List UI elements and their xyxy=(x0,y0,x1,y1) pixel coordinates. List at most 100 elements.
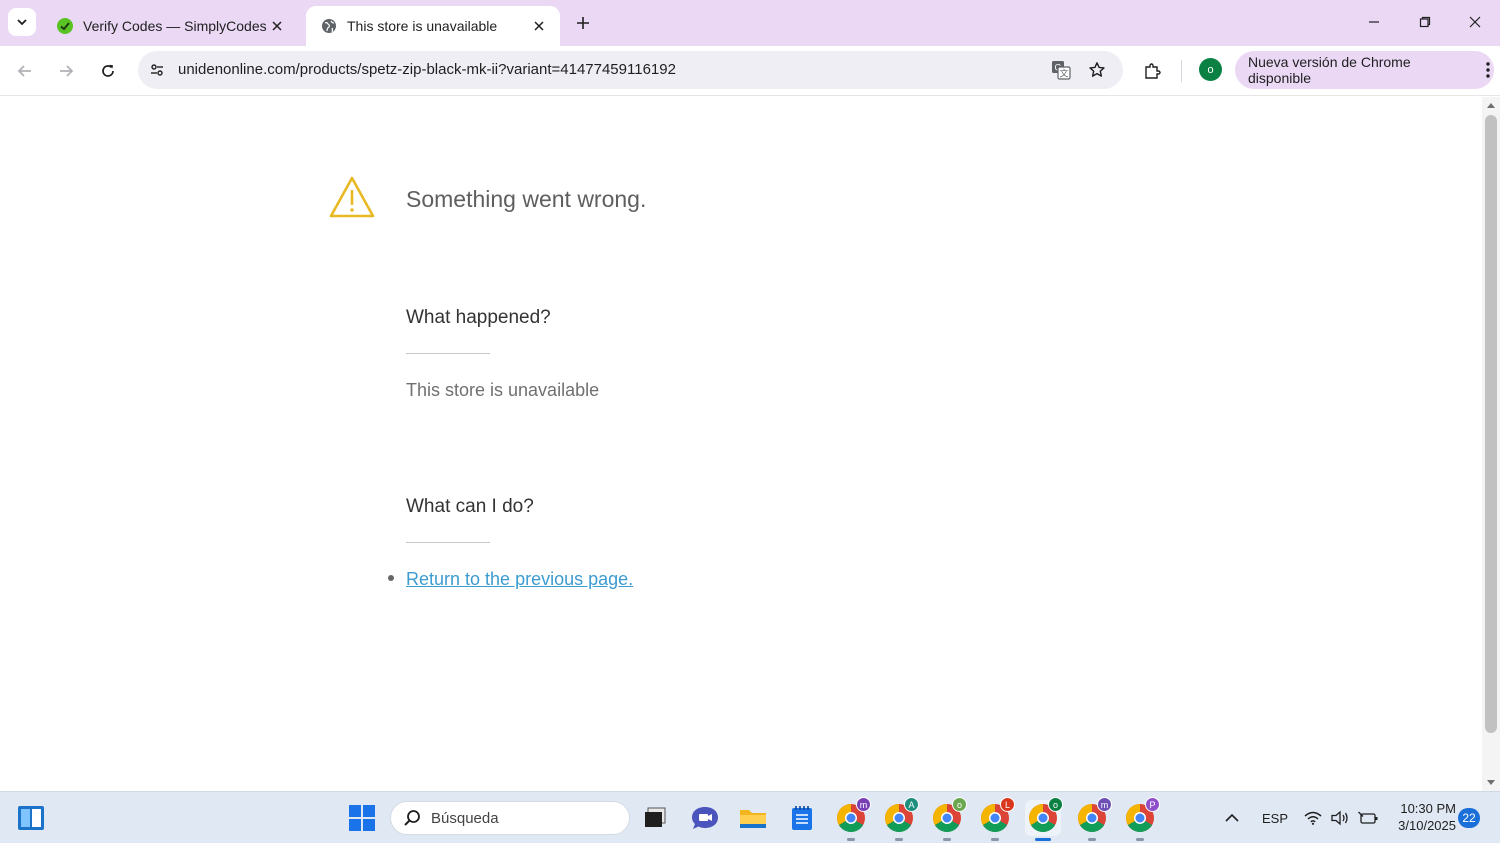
chrome-taskbar-item-active[interactable]: o xyxy=(1025,797,1063,841)
wifi-status[interactable] xyxy=(1298,800,1328,836)
translate-icon[interactable]: G文 xyxy=(1048,57,1074,83)
volume-status[interactable] xyxy=(1325,800,1355,836)
globe-icon xyxy=(320,17,338,35)
windows-taskbar: Búsqueda m A o L o m P ESP 10:30 PM 3/10… xyxy=(0,791,1500,843)
scroll-up-arrow[interactable] xyxy=(1482,97,1500,113)
file-explorer-button[interactable] xyxy=(735,800,771,836)
chat-icon xyxy=(692,807,718,829)
running-indicator xyxy=(943,838,951,841)
running-indicator xyxy=(1136,838,1144,841)
tab-title: Verify Codes — SimplyCodes xyxy=(83,18,267,34)
task-view-button[interactable] xyxy=(637,800,673,836)
chrome-taskbar-item[interactable]: A xyxy=(881,797,919,841)
chrome-taskbar-item[interactable]: m xyxy=(1074,797,1112,841)
chrome-taskbar-item[interactable]: L xyxy=(977,797,1015,841)
chrome-taskbar-item[interactable]: P xyxy=(1122,797,1160,841)
show-hidden-icons-button[interactable] xyxy=(1214,800,1250,836)
page-content: Something went wrong. What happened? Thi… xyxy=(0,97,1482,791)
error-description: This store is unavailable xyxy=(406,380,600,400)
chevron-down-icon xyxy=(17,19,27,26)
arrow-right-icon xyxy=(60,65,74,77)
tab-search-button[interactable] xyxy=(8,8,36,36)
profile-badge: o xyxy=(952,797,967,812)
plus-icon xyxy=(577,17,589,29)
divider xyxy=(406,353,490,354)
profile-badge: o xyxy=(1048,797,1063,812)
battery-status[interactable] xyxy=(1353,800,1383,836)
windows-logo-icon xyxy=(349,805,375,831)
extensions-button[interactable] xyxy=(1137,56,1167,86)
notepad-button[interactable] xyxy=(784,800,820,836)
system-clock[interactable]: 10:30 PM 3/10/2025 xyxy=(1390,800,1456,834)
restore-button[interactable] xyxy=(1403,8,1447,36)
kebab-menu-icon[interactable] xyxy=(1482,62,1494,78)
list-bullet xyxy=(388,575,394,581)
url-text[interactable]: unidenonline.com/products/spetz-zip-blac… xyxy=(178,61,676,78)
chrome-taskbar-item[interactable]: o xyxy=(929,797,967,841)
close-icon xyxy=(1469,16,1481,28)
bookmark-star-icon[interactable] xyxy=(1084,57,1110,83)
start-button[interactable] xyxy=(344,800,380,836)
tab-title: This store is unavailable xyxy=(347,18,498,34)
wifi-icon xyxy=(1304,811,1322,825)
close-icon[interactable] xyxy=(530,17,548,35)
section-heading-what-happened: What happened? xyxy=(406,307,551,328)
search-icon xyxy=(404,810,420,826)
error-title: Something went wrong. xyxy=(406,186,647,212)
tab-store-unavailable[interactable]: This store is unavailable xyxy=(306,6,560,46)
running-indicator xyxy=(1088,838,1096,841)
chrome-taskbar-item[interactable]: m xyxy=(833,797,871,841)
tab-simplycodes[interactable]: Verify Codes — SimplyCodes xyxy=(42,6,298,46)
profile-badge: L xyxy=(1000,797,1015,812)
chrome-update-button[interactable]: Nueva versión de Chrome disponible xyxy=(1235,51,1494,89)
close-icon[interactable] xyxy=(268,17,286,35)
widgets-button[interactable] xyxy=(13,800,49,836)
svg-text:文: 文 xyxy=(1059,68,1068,79)
profile-badge: P xyxy=(1145,797,1160,812)
update-label: Nueva versión de Chrome disponible xyxy=(1248,54,1411,86)
vertical-scrollbar[interactable] xyxy=(1482,97,1500,791)
puzzle-icon xyxy=(1145,63,1161,79)
back-button[interactable] xyxy=(10,56,40,86)
clock-date: 3/10/2025 xyxy=(1398,818,1456,833)
arrow-left-icon xyxy=(17,65,31,77)
section-heading-what-can-i-do: What can I do? xyxy=(406,496,534,517)
notepad-icon xyxy=(792,806,812,830)
reload-button[interactable] xyxy=(93,56,123,86)
return-previous-page-link[interactable]: Return to the previous page. xyxy=(406,569,633,590)
toolbar-separator xyxy=(1181,60,1182,82)
clock-time: 10:30 PM xyxy=(1400,801,1456,816)
language-indicator[interactable]: ESP xyxy=(1262,811,1288,826)
minimize-icon xyxy=(1369,21,1379,23)
site-info-icon[interactable] xyxy=(144,57,170,83)
notification-badge[interactable]: 22 xyxy=(1458,808,1480,828)
new-tab-button[interactable] xyxy=(570,10,596,36)
forward-button[interactable] xyxy=(51,56,81,86)
running-indicator xyxy=(991,838,999,841)
simplycodes-icon xyxy=(56,17,74,35)
minimize-button[interactable] xyxy=(1352,8,1396,36)
divider xyxy=(406,542,490,543)
folder-icon xyxy=(740,810,766,828)
tab-strip: Verify Codes — SimplyCodes This store is… xyxy=(0,0,1500,46)
taskbar-search-box[interactable]: Búsqueda xyxy=(390,801,630,835)
warning-icon xyxy=(329,176,375,218)
profile-avatar[interactable]: o xyxy=(1199,58,1222,81)
reload-icon xyxy=(102,64,114,77)
task-view-icon xyxy=(645,807,666,827)
restore-icon xyxy=(1419,16,1431,28)
active-indicator xyxy=(1035,838,1051,841)
scroll-down-arrow[interactable] xyxy=(1482,775,1500,791)
scrollbar-thumb[interactable] xyxy=(1485,115,1497,733)
close-window-button[interactable] xyxy=(1453,8,1497,36)
running-indicator xyxy=(895,838,903,841)
search-placeholder: Búsqueda xyxy=(431,809,499,827)
chevron-up-icon xyxy=(1225,813,1239,822)
battery-charging-icon xyxy=(1358,811,1378,824)
chat-app-button[interactable] xyxy=(687,800,723,836)
browser-toolbar: unidenonline.com/products/spetz-zip-blac… xyxy=(0,46,1500,96)
profile-badge: m xyxy=(856,797,871,812)
speaker-icon xyxy=(1331,810,1348,826)
profile-badge: m xyxy=(1097,797,1112,812)
address-bar[interactable]: unidenonline.com/products/spetz-zip-blac… xyxy=(138,51,1123,89)
